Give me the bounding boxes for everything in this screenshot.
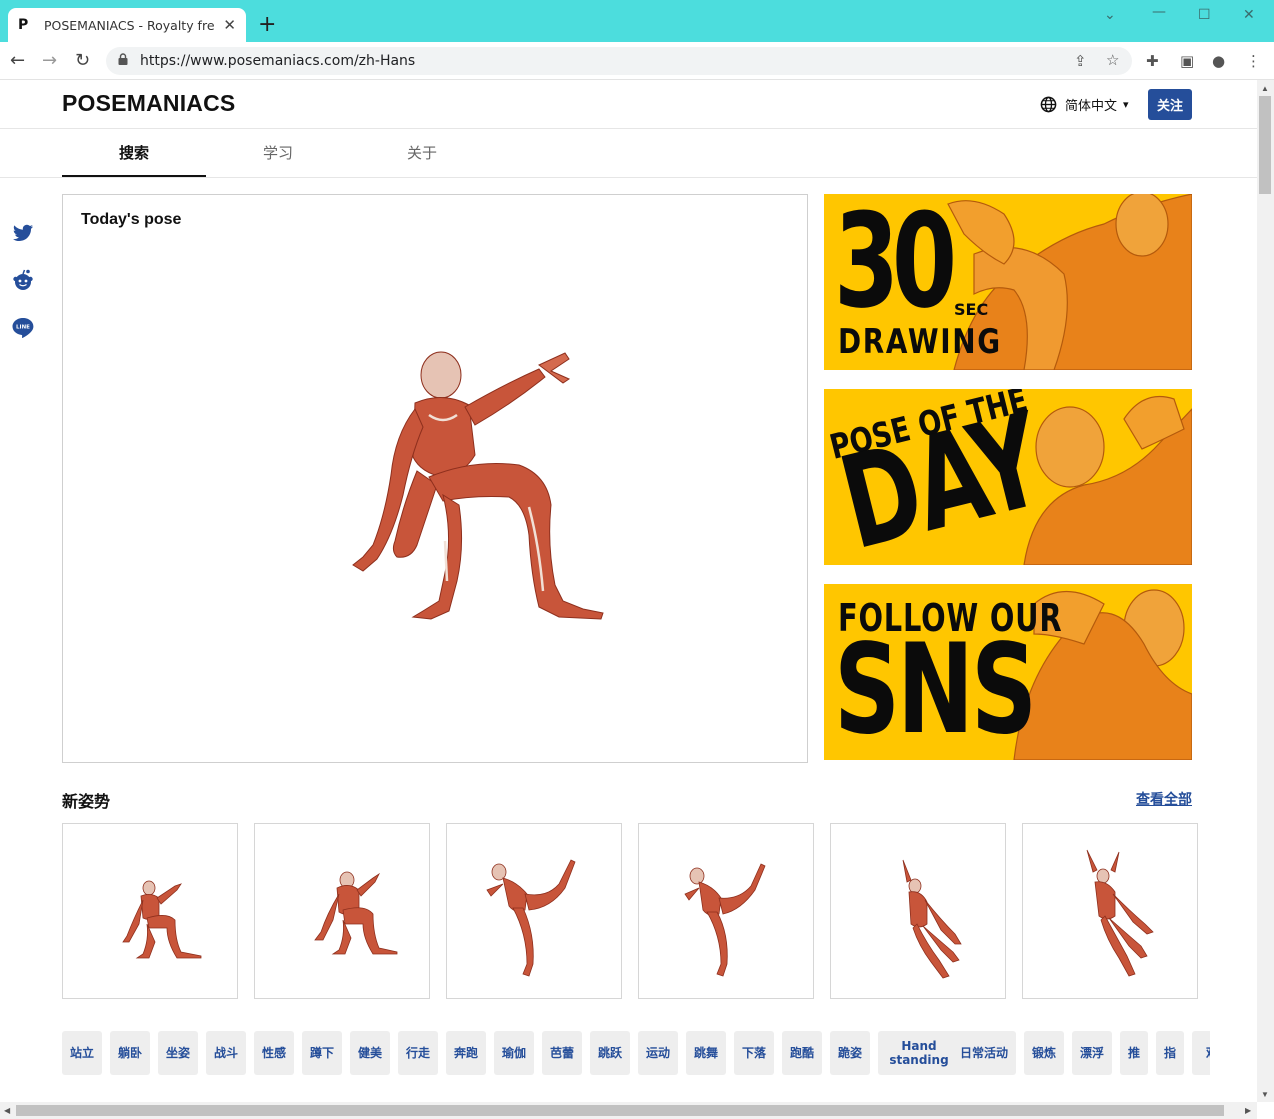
- banner-drawing: DRAWING: [838, 322, 1002, 362]
- nav-divider: [0, 177, 1257, 178]
- scroll-down-icon[interactable]: ▼: [1261, 1090, 1269, 1099]
- banner-sec: SEC: [954, 300, 989, 319]
- pose-thumbnail-image: [684, 863, 766, 977]
- new-poses-title: 新姿势: [62, 792, 111, 811]
- tag-floating[interactable]: 漂浮: [1072, 1031, 1112, 1075]
- new-tab-icon[interactable]: +: [258, 12, 276, 37]
- pose-thumbnail-image: [314, 871, 398, 955]
- browser-titlebar: P POSEMANIACS - Royalty free 3d pose ref…: [0, 0, 1274, 42]
- tag-ballet[interactable]: 芭蕾: [542, 1031, 582, 1075]
- scroll-right-icon[interactable]: ▶: [1245, 1106, 1251, 1115]
- tag-sitting[interactable]: 坐姿: [158, 1031, 198, 1075]
- forward-icon[interactable]: →: [42, 50, 57, 71]
- tag-push[interactable]: 推: [1120, 1031, 1148, 1075]
- pose-thumbnail[interactable]: [446, 823, 622, 999]
- site-logo[interactable]: POSEMANIACS: [62, 90, 235, 117]
- header-divider: [0, 128, 1257, 129]
- banner-pose-of-the-day[interactable]: POSE OF THE DAY: [824, 389, 1192, 565]
- tab-title: POSEMANIACS - Royalty free 3d pose refer…: [43, 17, 215, 33]
- view-all-link[interactable]: 查看全部: [1136, 789, 1192, 809]
- pose-figure-image[interactable]: [333, 345, 633, 635]
- side-panel-icon[interactable]: ▣: [1180, 52, 1194, 70]
- todays-pose-title: Today's pose: [81, 211, 182, 228]
- bookmark-star-icon[interactable]: ☆: [1106, 51, 1119, 69]
- follow-button[interactable]: 关注: [1148, 89, 1192, 120]
- lock-icon: [118, 53, 128, 65]
- tag-bodybuilding[interactable]: 健美: [350, 1031, 390, 1075]
- horizontal-scroll-thumb[interactable]: [16, 1105, 1224, 1116]
- extensions-icon[interactable]: ✚: [1146, 52, 1159, 70]
- pose-thumbnail[interactable]: [62, 823, 238, 999]
- line-icon[interactable]: LINE: [11, 316, 35, 340]
- language-label: 简体中文: [1065, 99, 1118, 114]
- url-text[interactable]: https://www.posemaniacs.com/zh-Hans: [140, 53, 415, 69]
- twitter-icon[interactable]: [11, 221, 35, 245]
- tag-watch[interactable]: 观: [1192, 1031, 1210, 1075]
- tag-lying[interactable]: 躺卧: [110, 1031, 150, 1075]
- pose-thumbnail[interactable]: [1022, 823, 1198, 999]
- tag-walking[interactable]: 行走: [398, 1031, 438, 1075]
- tag-yoga[interactable]: 瑜伽: [494, 1031, 534, 1075]
- svg-text:LINE: LINE: [16, 325, 30, 331]
- pose-thumbnail[interactable]: [830, 823, 1006, 999]
- tag-list: 站立 躺卧 坐姿 战斗 性感 蹲下 健美 行走 奔跑 瑜伽 芭蕾 跳跃 运动 跳…: [62, 1031, 1210, 1075]
- close-icon[interactable]: ✕: [223, 16, 236, 34]
- vertical-scrollbar[interactable]: [1257, 80, 1274, 1102]
- tag-dancing[interactable]: 跳舞: [686, 1031, 726, 1075]
- tag-running[interactable]: 奔跑: [446, 1031, 486, 1075]
- favicon: P: [18, 17, 29, 33]
- vertical-scroll-thumb[interactable]: [1259, 96, 1271, 194]
- window-close-icon[interactable]: ✕: [1243, 7, 1255, 23]
- minimize-icon[interactable]: —: [1152, 4, 1166, 20]
- back-icon[interactable]: ←: [10, 50, 25, 71]
- tag-parkour[interactable]: 跑酷: [782, 1031, 822, 1075]
- pose-thumbnail-image: [1086, 849, 1154, 977]
- profile-icon[interactable]: ●: [1212, 52, 1225, 70]
- maximize-icon[interactable]: ☐: [1198, 7, 1211, 23]
- scroll-left-icon[interactable]: ◀: [4, 1106, 10, 1115]
- banner-30: 30: [834, 194, 957, 337]
- todays-pose-card[interactable]: Today's pose: [62, 194, 808, 763]
- menu-icon[interactable]: ⋮: [1246, 52, 1261, 70]
- tab-about[interactable]: 关于: [350, 142, 494, 178]
- reddit-icon[interactable]: [11, 268, 35, 292]
- tag-exercise[interactable]: 锻炼: [1024, 1031, 1064, 1075]
- share-icon[interactable]: ⇪: [1074, 52, 1087, 70]
- globe-icon: [1040, 96, 1057, 113]
- tag-squat[interactable]: 蹲下: [302, 1031, 342, 1075]
- banner-follow-our-sns[interactable]: FOLLOW OUR SNS: [824, 584, 1192, 760]
- tab-search[interactable]: 搜索: [62, 142, 206, 178]
- tag-jumping[interactable]: 跳跃: [590, 1031, 630, 1075]
- language-selector[interactable]: 简体中文 ▾: [1040, 95, 1129, 114]
- reload-icon[interactable]: ↻: [75, 50, 90, 71]
- pose-thumbnail[interactable]: [638, 823, 814, 999]
- tag-sports[interactable]: 运动: [638, 1031, 678, 1075]
- tag-daily-activity[interactable]: 日常活动: [952, 1031, 1016, 1075]
- pose-thumbnail[interactable]: [254, 823, 430, 999]
- chevron-down-icon: ▾: [1123, 98, 1129, 111]
- tag-falling[interactable]: 下落: [734, 1031, 774, 1075]
- pose-thumbnail-image: [902, 859, 962, 979]
- tab-learn[interactable]: 学习: [206, 142, 350, 178]
- pose-thumbnail-image: [486, 859, 576, 977]
- tag-point[interactable]: 指: [1156, 1031, 1184, 1075]
- scroll-up-icon[interactable]: ▲: [1261, 84, 1269, 93]
- tag-kneeling[interactable]: 跪姿: [830, 1031, 870, 1075]
- address-bar[interactable]: https://www.posemaniacs.com/zh-Hans ⇪ ☆: [106, 47, 1132, 75]
- pose-thumbnail-image: [122, 880, 202, 959]
- browser-toolbar: ← → ↻ https://www.posemaniacs.com/zh-Han…: [0, 42, 1274, 80]
- browser-tab[interactable]: P POSEMANIACS - Royalty free 3d pose ref…: [8, 8, 246, 42]
- tab-search-icon[interactable]: ⌄: [1104, 7, 1116, 23]
- banner-sns: SNS: [834, 618, 1037, 760]
- tag-hand-standing[interactable]: Hand standing: [878, 1031, 960, 1075]
- tag-standing[interactable]: 站立: [62, 1031, 102, 1075]
- tag-sexy[interactable]: 性感: [254, 1031, 294, 1075]
- tag-fighting[interactable]: 战斗: [206, 1031, 246, 1075]
- banner-30sec-drawing[interactable]: 30 SEC DRAWING: [824, 194, 1192, 370]
